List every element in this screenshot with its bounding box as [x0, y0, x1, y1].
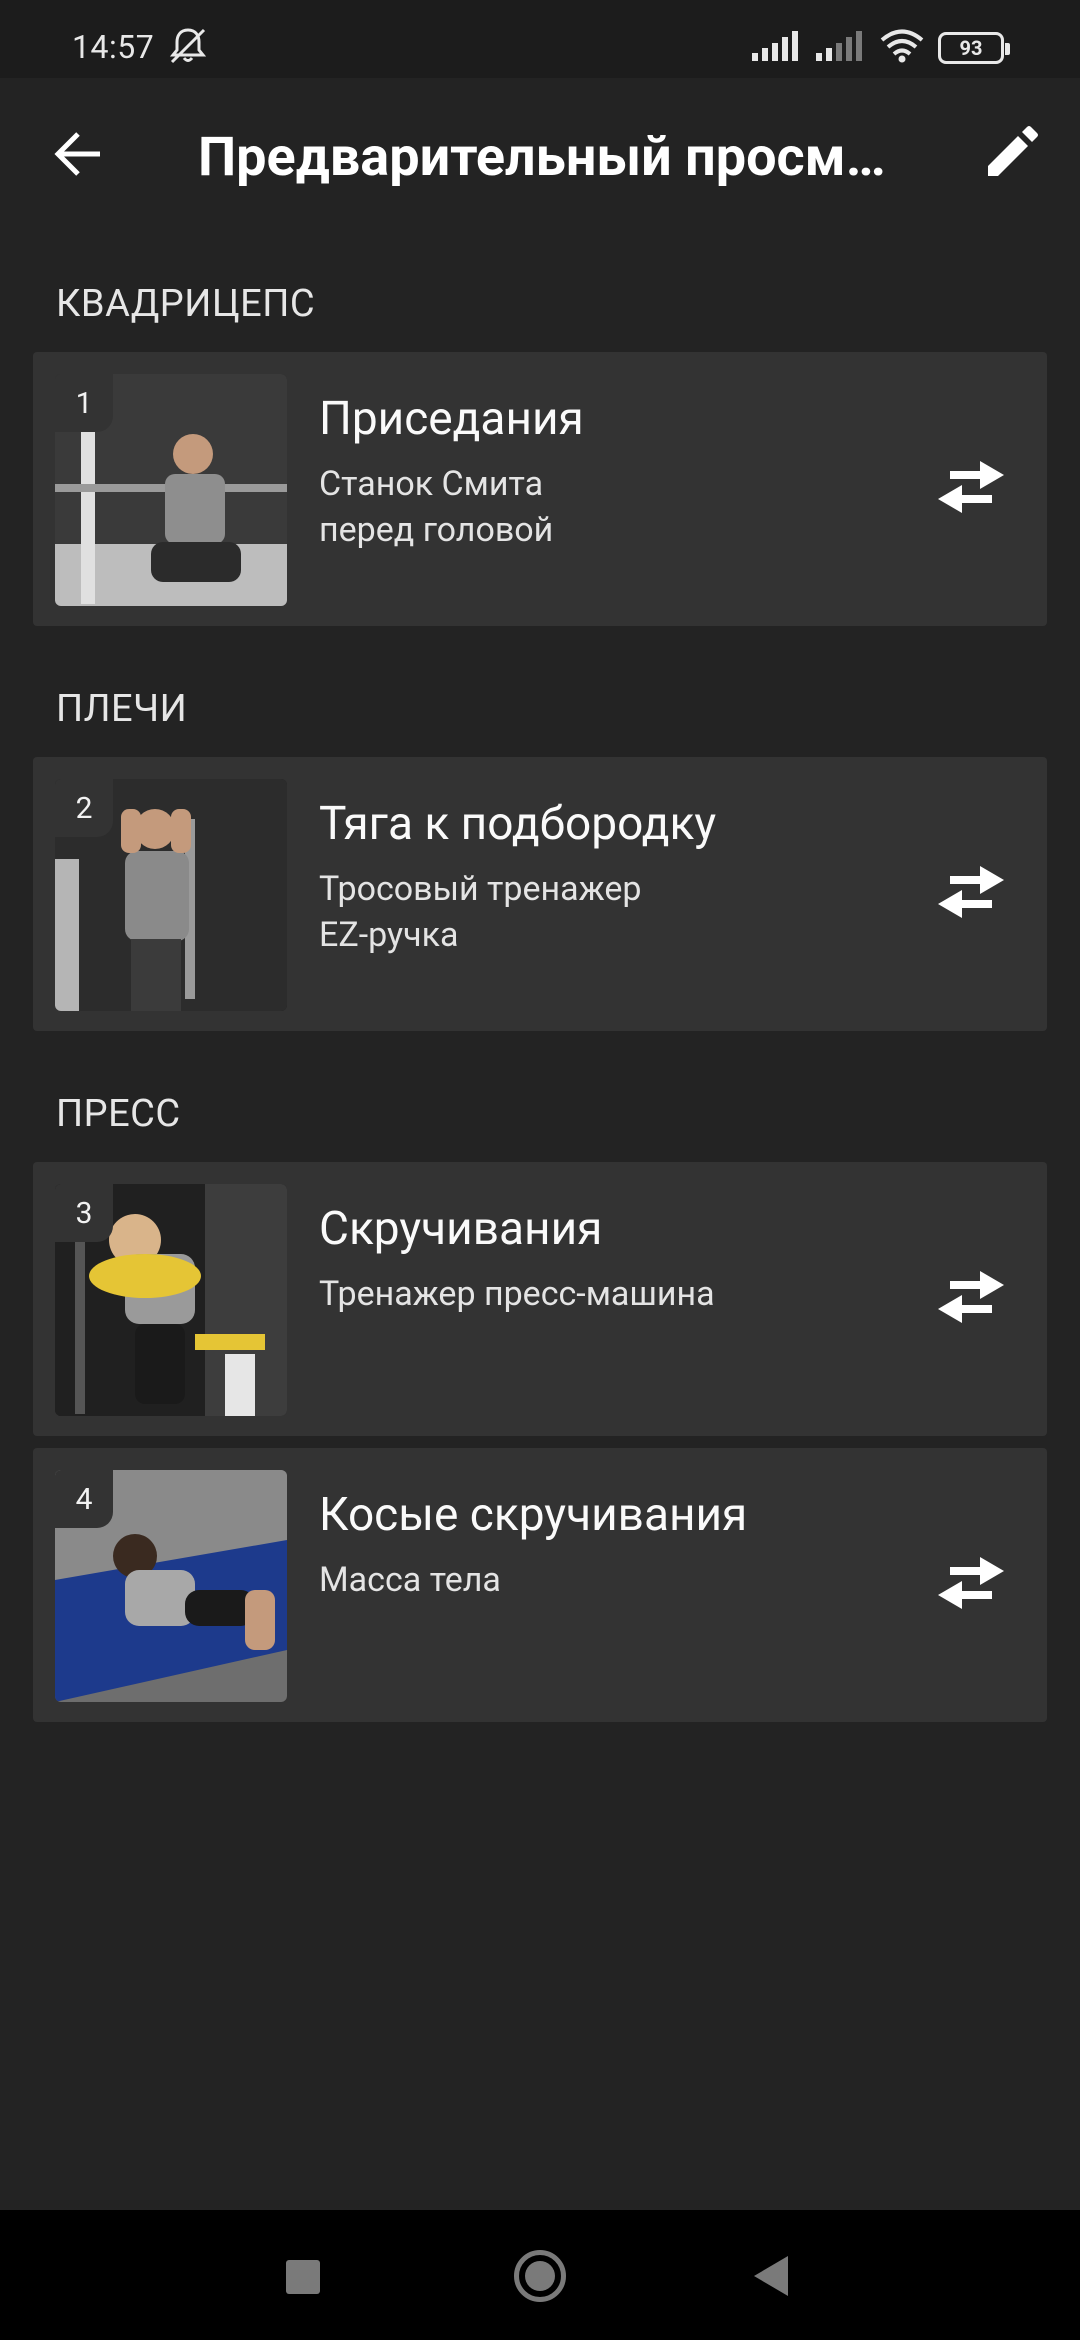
swap-icon	[936, 459, 1006, 519]
swap-exercise-button[interactable]	[927, 445, 1015, 533]
signal-2-icon	[816, 31, 866, 65]
section-header-abs: ПРЕСС	[56, 1092, 181, 1136]
exercise-title: Косые скручивания	[319, 1488, 748, 1542]
signal-icon	[752, 31, 802, 65]
arrow-back-icon	[52, 128, 104, 184]
exercise-image: 3	[55, 1184, 287, 1416]
exercise-equipment: Масса тела	[319, 1560, 501, 1600]
exercise-number: 1	[55, 374, 113, 432]
exercise-variant: перед головой	[319, 510, 554, 550]
home-button[interactable]	[514, 2250, 566, 2302]
exercise-card[interactable]: 1 Приседания Станок Смита перед головой	[33, 352, 1047, 626]
exercise-equipment: Тросовый тренажер	[319, 869, 642, 909]
wifi-icon	[880, 29, 924, 67]
bell-muted-icon	[166, 26, 210, 66]
system-back-button[interactable]	[754, 2256, 788, 2296]
back-button[interactable]	[40, 118, 116, 194]
exercise-image: 1	[55, 374, 287, 606]
swap-icon	[936, 1269, 1006, 1329]
edit-button[interactable]	[970, 116, 1050, 196]
section-header-quads: КВАДРИЦЕПС	[56, 282, 316, 326]
app-bar: Предварительный просм…	[0, 78, 1080, 234]
status-time: 14:57	[72, 28, 155, 66]
status-indicators: 93	[752, 28, 1010, 68]
exercise-card[interactable]: 2 Тяга к подбородку Тросовый тренажер EZ…	[33, 757, 1047, 1031]
exercise-equipment: Станок Смита	[319, 464, 544, 504]
exercise-image: 4	[55, 1470, 287, 1702]
exercise-title: Приседания	[319, 392, 584, 446]
swap-exercise-button[interactable]	[927, 1541, 1015, 1629]
swap-exercise-button[interactable]	[927, 850, 1015, 938]
recents-button[interactable]	[286, 2260, 320, 2294]
exercise-variant: EZ-ручка	[319, 915, 459, 955]
status-bar: 14:57 93	[0, 0, 1080, 78]
battery-indicator: 93	[938, 32, 1010, 64]
exercise-card[interactable]: 3 Скручивания Тренажер пресс-машина	[33, 1162, 1047, 1436]
exercise-title: Скручивания	[319, 1202, 603, 1256]
exercise-card[interactable]: 4 Косые скручивания Масса тела	[33, 1448, 1047, 1722]
section-header-shoulders: ПЛЕЧИ	[56, 687, 188, 731]
exercise-image: 2	[55, 779, 287, 1011]
swap-exercise-button[interactable]	[927, 1255, 1015, 1343]
exercise-title: Тяга к подбородку	[319, 797, 717, 851]
swap-icon	[936, 1555, 1006, 1615]
exercise-number: 3	[55, 1184, 113, 1242]
exercise-number: 4	[55, 1470, 113, 1528]
exercise-number: 2	[55, 779, 113, 837]
system-nav-bar	[0, 2210, 1080, 2340]
page-title: Предварительный просм…	[198, 126, 886, 189]
pencil-icon	[982, 126, 1038, 186]
exercise-equipment: Тренажер пресс-машина	[319, 1274, 715, 1314]
swap-icon	[936, 864, 1006, 924]
